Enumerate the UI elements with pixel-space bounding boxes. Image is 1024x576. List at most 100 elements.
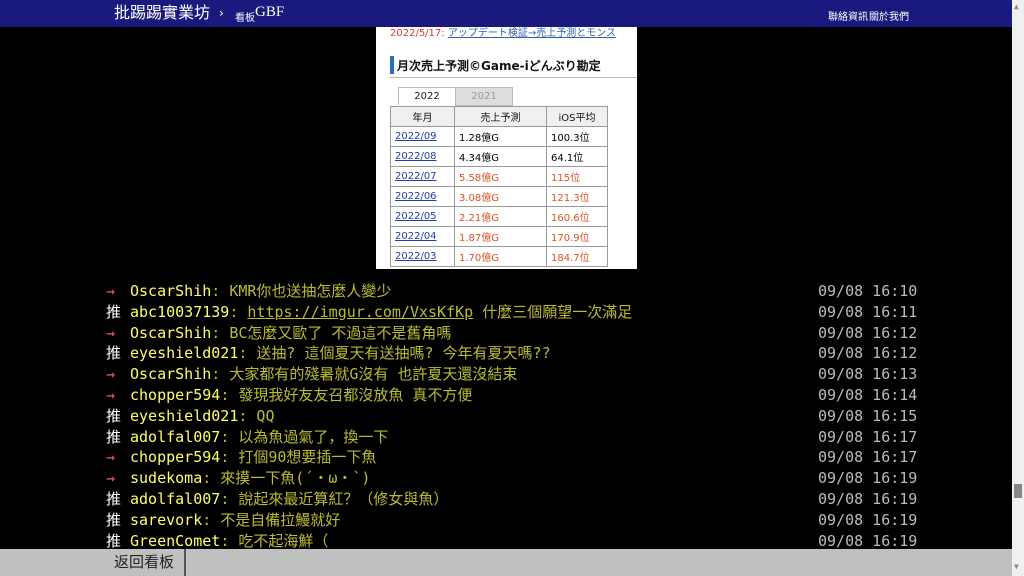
push-content-text: 什麼三個願望一次滿足 — [473, 302, 633, 321]
breadcrumb-separator: › — [219, 6, 224, 20]
push-comment: 推 abc10037139: https://imgur.com/VxsKfKp … — [0, 302, 1012, 323]
push-time: 09/08 16:19 — [818, 510, 918, 529]
ios-rank-cell: 100.3位 — [546, 126, 608, 147]
board-name-link[interactable]: GBF — [255, 4, 284, 21]
sales-table-row: 2022/03 1.70億G 184.7位 — [390, 246, 608, 267]
push-tag: → — [106, 323, 116, 342]
push-content-text: : 來摸一下魚(´・ω・`) — [202, 469, 371, 488]
month-cell[interactable]: 2022/05 — [390, 206, 455, 227]
push-content-text: : 送抽? 這個夏天有送抽嗎? 今年有夏天嗎?? — [238, 344, 551, 363]
board-label[interactable]: 看板 — [235, 9, 255, 24]
push-userid: abc10037139 — [130, 302, 230, 321]
push-tag: → — [106, 365, 116, 384]
push-tag: 推 — [106, 344, 122, 363]
push-content-text: : QQ — [238, 406, 275, 425]
sales-table: 年月 売上予測 iOS平均 2022/09 1.28億G 100.3位 2022/08… — [390, 106, 608, 267]
month-cell[interactable]: 2022/03 — [390, 246, 455, 267]
page-scrollbar[interactable]: ▲ ▼ — [1012, 0, 1024, 576]
push-time: 09/08 16:10 — [818, 282, 918, 300]
push-time: 09/08 16:11 — [818, 302, 918, 321]
image-heading-divider — [390, 77, 637, 78]
push-comment: → OscarShih: 大家都有的殘暑就G沒有 也許夏天還沒結束 09/08 16… — [0, 364, 1012, 385]
push-time: 09/08 16:13 — [818, 365, 918, 384]
push-time: 09/08 16:19 — [818, 490, 918, 508]
month-cell[interactable]: 2022/06 — [390, 186, 455, 207]
push-comment: 推 eyeshield021: QQ 09/08 16:15 — [0, 406, 1012, 427]
nav-contact-link[interactable]: 聯絡資訊 — [828, 8, 868, 23]
push-content-text: : 以為魚過氣了，換一下 — [220, 427, 389, 446]
month-cell[interactable]: 2022/08 — [390, 146, 455, 167]
push-content: : QQ — [238, 407, 274, 425]
nav-about-link[interactable]: 關於我們 — [869, 8, 909, 23]
push-tag: 推 — [106, 510, 122, 529]
push-body: eyeshield021: 送抽? 這個夏天有送抽嗎? 今年有夏天嗎?? — [130, 343, 551, 364]
scrollbar-thumb[interactable] — [1014, 484, 1022, 498]
image-heading-accent — [390, 56, 394, 74]
push-userid: eyeshield021 — [130, 344, 239, 363]
embedded-image[interactable]: 2022/5/17: アップデート検証→売上予測とモンス 月次売上予測©Game… — [376, 27, 637, 269]
scroll-up-arrow-icon[interactable]: ▲ — [1014, 2, 1019, 11]
push-tag: → — [106, 469, 116, 488]
ios-rank-cell: 121.3位 — [546, 186, 608, 207]
sales-table-row: 2022/04 1.87億G 170.9位 — [390, 226, 608, 247]
push-content: : BC怎麼又歐了 不過這不是舊角嗎 — [211, 324, 451, 342]
push-time: 09/08 16:17 — [818, 427, 918, 446]
push-body: eyeshield021: QQ — [130, 406, 275, 427]
push-userid: chopper594 — [130, 448, 221, 467]
push-content-text: : 打個90想要插一下魚 — [220, 448, 377, 467]
push-body: adolfal007: 以為魚過氣了，換一下 — [130, 427, 388, 448]
push-content-text: : 發現我好友友召都沒放魚 真不方便 — [220, 386, 473, 404]
push-userid: sudekoma — [130, 469, 203, 488]
push-content-text: : 吃不起海鮮（ — [220, 531, 329, 550]
push-time: 09/08 16:12 — [818, 323, 918, 342]
push-content: : https://imgur.com/VxsKfKp 什麼三個願望一次滿足 — [229, 303, 632, 321]
push-content: : KMR你也送抽怎麼人變少 — [211, 282, 391, 300]
push-time: 09/08 16:15 — [818, 406, 918, 425]
push-link[interactable]: https://imgur.com/VxsKfKp — [247, 303, 473, 321]
column-header-sales: 売上予測 — [454, 106, 547, 127]
push-content-text: : BC怎麼又歐了 不過這不是舊角嗎 — [211, 323, 452, 342]
push-userid: OscarShih — [130, 365, 212, 384]
image-top-link-date: 2022/5/17: — [390, 28, 448, 39]
push-content: : 來摸一下魚(´・ω・`) — [202, 469, 370, 487]
push-userid: sarevork — [130, 510, 203, 529]
image-top-link: 2022/5/17: アップデート検証→売上予測とモンス — [390, 27, 616, 39]
footer-bar: 返回看板 — [0, 549, 1012, 576]
back-to-board-button[interactable]: 返回看板 — [104, 549, 186, 576]
push-content-text: : 大家都有的殘暑就G沒有 也許夏天還沒結束 — [211, 365, 518, 384]
push-tag: → — [106, 448, 116, 467]
sales-table-row: 2022/05 2.21億G 160.6位 — [390, 206, 608, 227]
image-top-link-text: アップデート検証→売上予測とモンス — [447, 28, 617, 39]
push-userid: eyeshield021 — [130, 406, 239, 425]
push-userid: adolfal007 — [130, 427, 221, 446]
push-content-text: : KMR你也送抽怎麼人變少 — [211, 282, 392, 300]
sales-table-row: 2022/09 1.28億G 100.3位 — [390, 126, 608, 147]
month-cell[interactable]: 2022/04 — [390, 226, 455, 247]
push-content: : 說起來最近算紅？（修女與魚） — [220, 490, 448, 508]
push-comment: → OscarShih: BC怎麼又歐了 不過這不是舊角嗎 09/08 16:12 — [0, 323, 1012, 344]
sales-cell: 5.58億G — [454, 166, 547, 187]
sales-table-header: 年月 売上予測 iOS平均 — [390, 106, 608, 127]
push-userid: GreenComet — [130, 531, 221, 550]
push-content-text: : 說起來最近算紅？（修女與魚） — [220, 490, 449, 508]
column-header-month: 年月 — [390, 106, 455, 127]
site-title-link[interactable]: 批踢踢實業坊 — [114, 3, 210, 23]
month-cell[interactable]: 2022/09 — [390, 126, 455, 147]
push-content: : 大家都有的殘暑就G沒有 也許夏天還沒結束 — [211, 365, 517, 383]
scroll-down-arrow-icon[interactable]: ▼ — [1014, 562, 1019, 571]
push-time: 09/08 16:17 — [818, 448, 918, 467]
ios-rank-cell: 160.6位 — [546, 206, 608, 227]
push-time: 09/08 16:14 — [818, 386, 918, 404]
sales-cell: 1.28億G — [454, 126, 547, 147]
sales-cell: 1.70億G — [454, 246, 547, 267]
push-comment: → sudekoma: 來摸一下魚(´・ω・`) 09/08 16:19 — [0, 468, 1012, 489]
push-time: 09/08 16:12 — [818, 344, 918, 363]
push-body: chopper594: 發現我好友友召都沒放魚 真不方便 — [130, 385, 472, 406]
image-tab-2022: 2022 — [398, 87, 456, 105]
push-body: chopper594: 打個90想要插一下魚 — [130, 447, 376, 468]
push-content-text: : 不是自備拉鰻就好 — [202, 510, 341, 529]
push-comment: 推 adolfal007: 說起來最近算紅？（修女與魚） 09/08 16:19 — [0, 489, 1012, 510]
image-heading: 月次売上予測©Game-iどんぶり勘定 — [397, 59, 601, 73]
sales-table-row: 2022/06 3.08億G 121.3位 — [390, 186, 608, 207]
month-cell[interactable]: 2022/07 — [390, 166, 455, 187]
